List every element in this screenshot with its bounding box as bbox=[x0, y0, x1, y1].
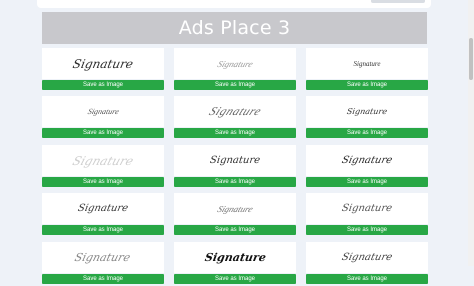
save-as-image-button[interactable]: Save as Image bbox=[174, 80, 296, 90]
signature-text: Signature bbox=[340, 252, 394, 263]
signature-preview: Signature bbox=[42, 193, 164, 224]
signature-text: Signature bbox=[206, 104, 264, 118]
signature-row: Signature Save as Image Signature Save a… bbox=[42, 48, 428, 92]
signature-text: Signature bbox=[70, 153, 136, 168]
save-as-image-button[interactable]: Save as Image bbox=[306, 80, 428, 90]
signature-preview: Signature bbox=[174, 48, 296, 79]
signature-row: Signature Save as Image Signature Save a… bbox=[42, 242, 428, 286]
signature-preview: Signature bbox=[42, 48, 164, 79]
signature-text: Signature bbox=[215, 58, 255, 69]
signature-card: Signature Save as Image bbox=[174, 48, 296, 92]
save-as-image-button[interactable]: Save as Image bbox=[42, 128, 164, 138]
signature-card: Signature Save as Image bbox=[42, 48, 164, 92]
save-as-image-button[interactable]: Save as Image bbox=[42, 177, 164, 187]
save-as-image-button[interactable]: Save as Image bbox=[42, 274, 164, 284]
signature-preview: Signature bbox=[42, 242, 164, 273]
signature-card: Signature Save as Image bbox=[174, 193, 296, 237]
signature-text: Signature bbox=[341, 203, 393, 214]
signature-card: Signature Save as Image bbox=[42, 96, 164, 140]
save-as-image-button[interactable]: Save as Image bbox=[174, 128, 296, 138]
save-as-image-button[interactable]: Save as Image bbox=[174, 225, 296, 235]
top-panel-button[interactable] bbox=[371, 0, 425, 3]
signature-preview: Signature bbox=[306, 96, 428, 127]
signature-preview: Signature bbox=[306, 242, 428, 273]
signature-card: Signature Save as Image bbox=[306, 48, 428, 92]
top-panel bbox=[37, 0, 431, 8]
signature-text: Signature bbox=[215, 203, 255, 214]
signature-text: Signature bbox=[86, 107, 120, 116]
signature-card: Signature Save as Image bbox=[306, 242, 428, 286]
save-as-image-button[interactable]: Save as Image bbox=[306, 225, 428, 235]
ads-banner: Ads Place 3 bbox=[42, 12, 427, 44]
signature-preview: Signature bbox=[174, 145, 296, 176]
signature-text: Signature bbox=[353, 59, 381, 68]
save-as-image-button[interactable]: Save as Image bbox=[306, 128, 428, 138]
signature-preview: Signature bbox=[174, 242, 296, 273]
signature-row: Signature Save as Image Signature Save a… bbox=[42, 193, 428, 237]
signature-preview: Signature bbox=[42, 96, 164, 127]
signature-preview: Signature bbox=[306, 193, 428, 224]
signature-preview: Signature bbox=[42, 145, 164, 176]
signature-text: Signature bbox=[71, 56, 135, 71]
signature-card: Signature Save as Image bbox=[174, 96, 296, 140]
signature-text: Signature bbox=[346, 107, 388, 116]
signature-preview: Signature bbox=[306, 48, 428, 79]
save-as-image-button[interactable]: Save as Image bbox=[174, 274, 296, 284]
signature-card: Signature Save as Image bbox=[42, 242, 164, 286]
save-as-image-button[interactable]: Save as Image bbox=[306, 274, 428, 284]
save-as-image-button[interactable]: Save as Image bbox=[42, 225, 164, 235]
signature-card: Signature Save as Image bbox=[42, 145, 164, 189]
save-as-image-button[interactable]: Save as Image bbox=[42, 80, 164, 90]
signature-text: Signature bbox=[340, 155, 394, 166]
save-as-image-button[interactable]: Save as Image bbox=[174, 177, 296, 187]
signature-card: Signature Save as Image bbox=[306, 145, 428, 189]
ads-banner-title: Ads Place 3 bbox=[178, 17, 291, 39]
signature-card: Signature Save as Image bbox=[174, 242, 296, 286]
signature-text: Signature bbox=[203, 251, 267, 264]
signature-preview: Signature bbox=[174, 193, 296, 224]
signature-preview: Signature bbox=[174, 96, 296, 127]
signature-preview: Signature bbox=[306, 145, 428, 176]
signature-card: Signature Save as Image bbox=[306, 193, 428, 237]
signature-card: Signature Save as Image bbox=[42, 193, 164, 237]
signature-text: Signature bbox=[76, 203, 130, 214]
signature-text: Signature bbox=[209, 155, 261, 166]
signature-row: Signature Save as Image Signature Save a… bbox=[42, 96, 428, 140]
signature-card: Signature Save as Image bbox=[174, 145, 296, 189]
vertical-scrollbar[interactable] bbox=[468, 0, 474, 266]
save-as-image-button[interactable]: Save as Image bbox=[306, 177, 428, 187]
scrollbar-thumb[interactable] bbox=[469, 38, 473, 80]
signature-row: Signature Save as Image Signature Save a… bbox=[42, 145, 428, 189]
signature-card: Signature Save as Image bbox=[306, 96, 428, 140]
signature-text: Signature bbox=[73, 251, 133, 264]
